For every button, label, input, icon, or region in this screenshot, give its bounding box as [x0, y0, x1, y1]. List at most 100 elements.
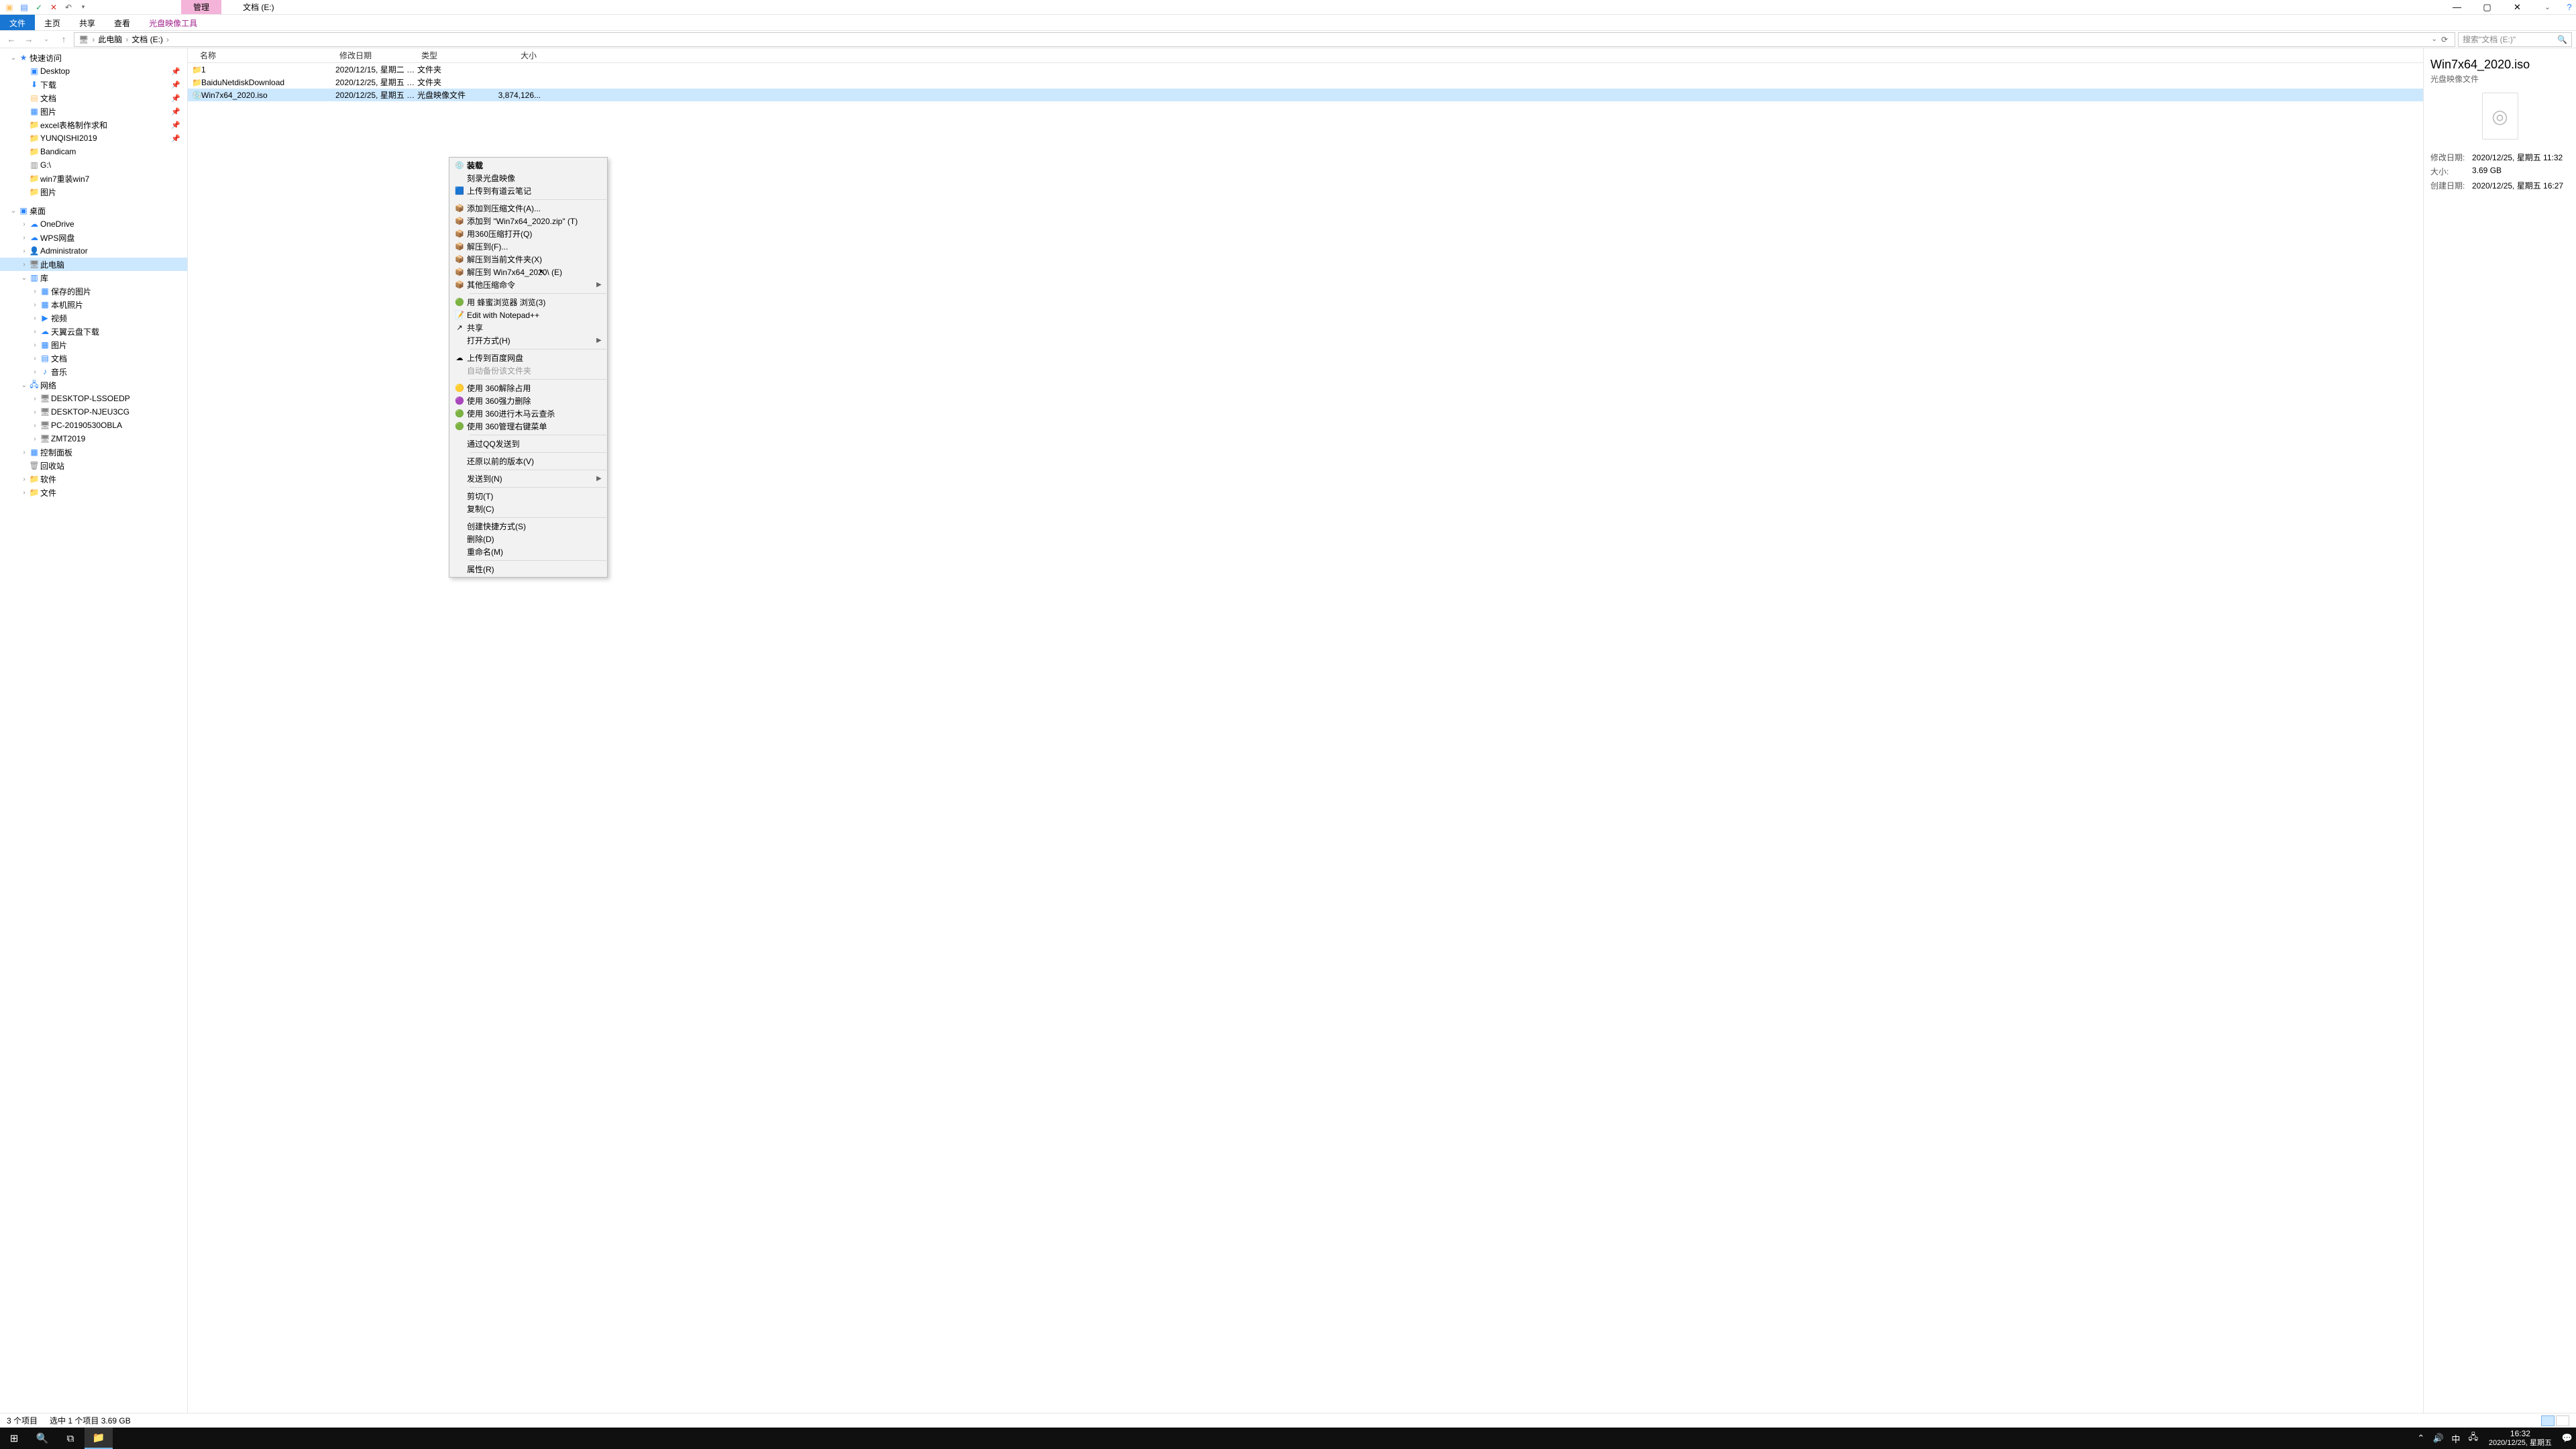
tree-item[interactable]: ›👤Administrator: [0, 244, 187, 258]
tree-item[interactable]: ›☁OneDrive: [0, 217, 187, 231]
context-menu-item[interactable]: 📦添加到压缩文件(A)...: [449, 202, 607, 215]
context-menu-item[interactable]: 还原以前的版本(V): [449, 455, 607, 468]
explorer-taskbar-button[interactable]: 📁: [85, 1428, 113, 1449]
tree-item[interactable]: ›♪音乐: [0, 365, 187, 378]
file-row[interactable]: 📁 1 2020/12/15, 星期二 1... 文件夹: [188, 63, 2423, 76]
nav-recent-button[interactable]: ⌄: [39, 36, 54, 43]
context-menu-item[interactable]: 发送到(N)▶: [449, 472, 607, 485]
qat-check-icon[interactable]: ✓: [34, 2, 44, 13]
col-size[interactable]: 大小: [487, 50, 541, 61]
tree-item[interactable]: ›🖥PC-20190530OBLA: [0, 419, 187, 432]
tree-desktop[interactable]: ⌄▣桌面: [0, 204, 187, 217]
minimize-button[interactable]: —: [2442, 0, 2472, 15]
tree-item[interactable]: ›🖥DESKTOP-NJEU3CG: [0, 405, 187, 419]
tree-item[interactable]: 📁图片: [0, 185, 187, 199]
tree-item[interactable]: ›☁WPS网盘: [0, 231, 187, 244]
nav-up-button[interactable]: ↑: [56, 34, 71, 44]
tab-view[interactable]: 查看: [105, 15, 140, 30]
context-menu-item[interactable]: 📦添加到 "Win7x64_2020.zip" (T): [449, 215, 607, 227]
context-menu-item[interactable]: 打开方式(H)▶: [449, 334, 607, 347]
breadcrumb-item[interactable]: 此电脑: [98, 34, 122, 45]
context-menu-item[interactable]: 重命名(M): [449, 545, 607, 558]
context-menu-item[interactable]: 创建快捷方式(S): [449, 520, 607, 533]
folder-tree[interactable]: ⌄★快速访问 ▣Desktop📌 ⬇下载📌 ▤文档📌 ▦图片📌 📁excel表格…: [0, 48, 188, 1413]
ribbon-expand-button[interactable]: ⌄: [2532, 0, 2563, 15]
network-icon[interactable]: 🖧: [2465, 1431, 2482, 1446]
context-menu-item[interactable]: 🟢用 蜂蜜浏览器 浏览(3): [449, 296, 607, 309]
tree-item[interactable]: ›🖥ZMT2019: [0, 432, 187, 445]
context-menu-item[interactable]: ☁上传到百度网盘: [449, 352, 607, 364]
context-menu-item[interactable]: 删除(D): [449, 533, 607, 545]
col-type[interactable]: 类型: [417, 50, 487, 61]
context-menu-item[interactable]: 属性(R): [449, 563, 607, 576]
qat-undo-icon[interactable]: ↶: [63, 2, 74, 13]
notifications-icon[interactable]: 💬: [2559, 1433, 2576, 1444]
context-menu-item[interactable]: 💿装载: [449, 159, 607, 172]
context-menu-item[interactable]: 剪切(T): [449, 490, 607, 502]
refresh-button[interactable]: ⟳: [2441, 35, 2448, 44]
tree-item[interactable]: ▣Desktop📌: [0, 64, 187, 78]
tab-home[interactable]: 主页: [35, 15, 70, 30]
tab-disc-tools[interactable]: 光盘映像工具: [140, 15, 207, 30]
tray-overflow-icon[interactable]: ⌃: [2412, 1433, 2430, 1444]
context-menu-item[interactable]: 📦解压到当前文件夹(X): [449, 253, 607, 266]
tree-item[interactable]: ›📁软件: [0, 472, 187, 486]
tree-item[interactable]: ›▦保存的图片: [0, 284, 187, 298]
tree-item[interactable]: ›▤文档: [0, 352, 187, 365]
maximize-button[interactable]: ▢: [2472, 0, 2502, 15]
context-menu-item[interactable]: 📦用360压缩打开(Q): [449, 227, 607, 240]
file-row[interactable]: 📁 BaiduNetdiskDownload 2020/12/25, 星期五 1…: [188, 76, 2423, 89]
context-menu[interactable]: 💿装载刻录光盘映像🟦上传到有道云笔记📦添加到压缩文件(A)...📦添加到 "Wi…: [449, 157, 608, 578]
tree-item[interactable]: 📁Bandicam: [0, 145, 187, 158]
file-rows[interactable]: 📁 1 2020/12/15, 星期二 1... 文件夹 📁 BaiduNetd…: [188, 63, 2423, 1413]
context-menu-item[interactable]: 📦解压到 Win7x64_2020\ (E): [449, 266, 607, 278]
tree-network[interactable]: ⌄🖧网络: [0, 378, 187, 392]
context-menu-item[interactable]: 🟡使用 360解除占用: [449, 382, 607, 394]
context-menu-item[interactable]: 复制(C): [449, 502, 607, 515]
help-button[interactable]: ?: [2563, 0, 2576, 15]
col-name[interactable]: 名称: [188, 50, 335, 61]
tab-file[interactable]: 文件: [0, 15, 35, 30]
tree-item[interactable]: ▦图片📌: [0, 105, 187, 118]
nav-forward-button[interactable]: →: [21, 34, 36, 44]
tab-share[interactable]: 共享: [70, 15, 105, 30]
view-large-button[interactable]: [2556, 1415, 2569, 1426]
context-menu-item[interactable]: 刻录光盘映像: [449, 172, 607, 184]
file-row-selected[interactable]: 💿 Win7x64_2020.iso 2020/12/25, 星期五 1... …: [188, 89, 2423, 101]
tree-control-panel[interactable]: ›▦控制面板: [0, 445, 187, 459]
view-details-button[interactable]: [2541, 1415, 2555, 1426]
context-menu-item[interactable]: 🟣使用 360强力删除: [449, 394, 607, 407]
context-menu-item[interactable]: 🟢使用 360进行木马云查杀: [449, 407, 607, 420]
tree-item[interactable]: ⬇下载📌: [0, 78, 187, 91]
tree-item[interactable]: ›🖥DESKTOP-LSSOEDP: [0, 392, 187, 405]
qat-more-icon[interactable]: ▾: [78, 2, 89, 13]
tree-item[interactable]: 📁YUNQISHI2019📌: [0, 131, 187, 145]
taskview-button[interactable]: ⧉: [56, 1428, 85, 1449]
tree-item[interactable]: ▥G:\: [0, 158, 187, 172]
context-menu-item[interactable]: 🟢使用 360管理右键菜单: [449, 420, 607, 433]
start-button[interactable]: ⊞: [0, 1428, 28, 1449]
context-menu-item[interactable]: 通过QQ发送到: [449, 437, 607, 450]
clock[interactable]: 16:32 2020/12/25, 星期五: [2482, 1429, 2559, 1448]
tree-item[interactable]: ›▶视频: [0, 311, 187, 325]
tree-this-pc[interactable]: ›🖥此电脑: [0, 258, 187, 271]
address-dropdown-icon[interactable]: ⌄: [2432, 36, 2437, 43]
tree-item[interactable]: ›☁天翼云盘下载: [0, 325, 187, 338]
tree-item[interactable]: ›▦图片: [0, 338, 187, 352]
context-menu-item[interactable]: 📦其他压缩命令▶: [449, 278, 607, 291]
col-date[interactable]: 修改日期: [335, 50, 417, 61]
volume-icon[interactable]: 🔊: [2430, 1433, 2447, 1444]
context-menu-item[interactable]: 📦解压到(F)...: [449, 240, 607, 253]
qat-save-icon[interactable]: ▤: [19, 2, 30, 13]
address-bar[interactable]: 🖥 › 此电脑 › 文档 (E:) › ⌄ ⟳: [74, 32, 2455, 47]
qat-delete-icon[interactable]: ✕: [48, 2, 59, 13]
close-button[interactable]: ✕: [2502, 0, 2532, 15]
tree-item[interactable]: ▤文档📌: [0, 91, 187, 105]
breadcrumb-item[interactable]: 文档 (E:): [131, 34, 163, 45]
tree-quick-access[interactable]: ⌄★快速访问: [0, 51, 187, 64]
context-menu-item[interactable]: 📝Edit with Notepad++: [449, 309, 607, 321]
tree-recycle-bin[interactable]: 🗑回收站: [0, 459, 187, 472]
search-input[interactable]: 搜索"文档 (E:)" 🔍: [2458, 32, 2572, 47]
tree-libraries[interactable]: ⌄▥库: [0, 271, 187, 284]
context-menu-item[interactable]: ↗共享: [449, 321, 607, 334]
